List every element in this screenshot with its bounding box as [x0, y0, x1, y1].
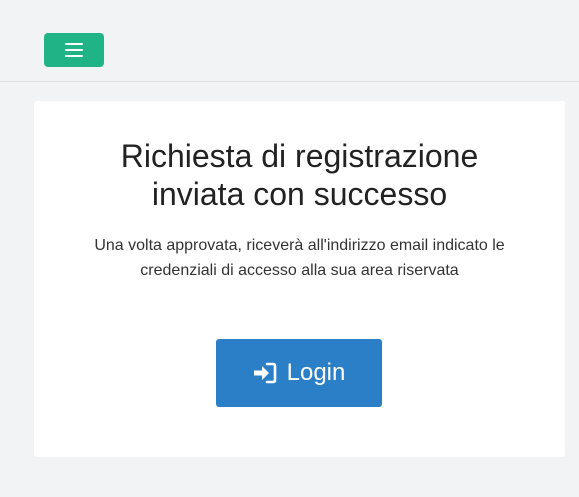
page-title: Richiesta di registrazione inviata con s… — [34, 137, 565, 213]
top-navbar — [0, 0, 579, 82]
menu-toggle-button[interactable] — [44, 33, 104, 67]
title-line-2: inviata con successo — [151, 176, 448, 212]
title-line-1: Richiesta di registrazione — [120, 138, 479, 174]
login-button[interactable]: Login — [216, 339, 382, 407]
message-line-2: credenziali di accesso alla sua area ris… — [140, 262, 459, 279]
sign-in-icon — [253, 362, 277, 384]
hamburger-icon — [65, 43, 83, 57]
login-button-label: Login — [286, 359, 346, 386]
confirmation-message: Una volta approvata, riceverà all'indiri… — [34, 233, 565, 283]
confirmation-card: Richiesta di registrazione inviata con s… — [34, 101, 565, 457]
message-line-1: Una volta approvata, riceverà all'indiri… — [94, 237, 505, 254]
